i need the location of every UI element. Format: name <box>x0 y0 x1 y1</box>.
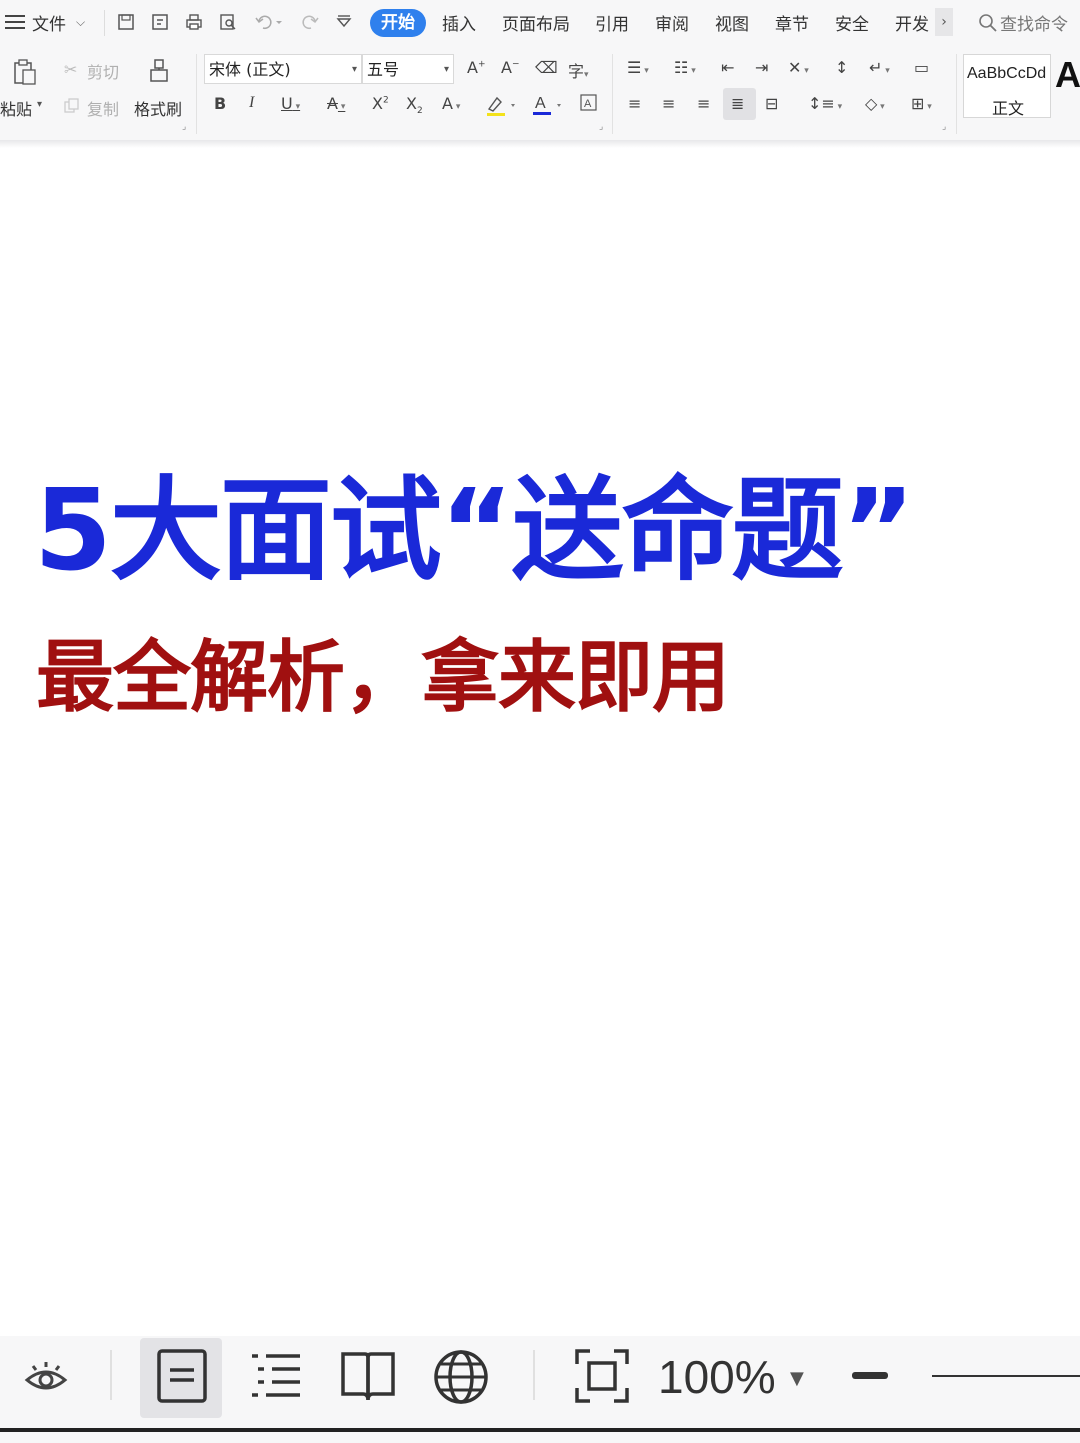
grow-font-icon[interactable]: A+ <box>467 58 486 77</box>
table-tools-icon[interactable]: ▭ <box>914 58 929 77</box>
font-name-value: 宋体 (正文) <box>209 60 291 79</box>
reading-mode-book-icon[interactable] <box>339 1348 397 1404</box>
zoom-slider-track[interactable] <box>932 1375 1080 1377</box>
underline-icon[interactable]: U ▾ <box>281 94 300 113</box>
command-search-input[interactable]: 查找命令 <box>1000 10 1080 35</box>
copy-icon <box>64 98 80 114</box>
align-left-icon[interactable]: ≡ <box>628 94 641 113</box>
fit-page-icon[interactable] <box>574 1348 630 1404</box>
window-bottom-border <box>0 1428 1080 1432</box>
tab-insert[interactable]: 插入 <box>442 10 476 35</box>
tab-security[interactable]: 安全 <box>835 10 869 35</box>
copy-button[interactable]: 复制 <box>87 96 119 120</box>
format-painter-button[interactable]: 格式刷 <box>134 96 182 120</box>
document-title: 5大面试“送命题” <box>34 466 915 596</box>
subscript-icon[interactable]: X2 <box>406 94 423 116</box>
superscript-icon[interactable]: X2 <box>372 94 389 113</box>
file-menu[interactable]: 文件 <box>32 10 66 35</box>
style-normal-preview: AaBbCcDd <box>967 65 1047 82</box>
font-size-select[interactable]: 五号 ▾ <box>362 54 454 84</box>
ribbon-divider <box>956 54 957 134</box>
font-name-chevron-down-icon: ▾ <box>351 64 357 75</box>
font-size-chevron-down-icon: ▾ <box>443 64 449 75</box>
ribbon-divider <box>612 54 613 134</box>
paragraph-dialog-launcher-icon[interactable]: ⌟ <box>942 122 946 132</box>
font-name-select[interactable]: 宋体 (正文) ▾ <box>204 54 362 84</box>
tab-section[interactable]: 章节 <box>775 10 809 35</box>
paste-dropdown-icon[interactable]: ▾ <box>37 99 42 110</box>
svg-text:A: A <box>535 95 546 112</box>
format-painter-icon[interactable] <box>148 58 170 84</box>
tab-page-layout[interactable]: 页面布局 <box>502 10 570 35</box>
cut-icon: ✂ <box>64 60 78 79</box>
align-center-icon[interactable]: ≡ <box>662 94 675 113</box>
ribbon-divider <box>196 54 197 134</box>
zoom-chevron-down-icon[interactable]: ▼ <box>790 1368 804 1389</box>
print-preview-icon[interactable] <box>218 12 240 34</box>
distributed-align-icon[interactable]: ⊟ <box>765 94 778 113</box>
bold-icon[interactable]: B <box>214 94 226 113</box>
shading-icon[interactable]: ◇ ▾ <box>865 94 885 113</box>
increase-indent-icon[interactable]: ⇥ <box>755 58 768 77</box>
page-view-icon[interactable] <box>156 1348 208 1404</box>
menu-bar: 文件 ⌵ 开始 插入 页面布局 引用 审阅 视图 章节 安全 开发 › 查找命令 <box>0 0 1080 46</box>
borders-icon[interactable]: ⊞ ▾ <box>911 94 932 113</box>
sort-icon[interactable]: ↕ <box>835 58 848 77</box>
text-effect-icon[interactable]: A ▾ <box>442 94 460 113</box>
zoom-level[interactable]: 100% <box>658 1350 776 1404</box>
numbered-list-icon[interactable]: ☷ ▾ <box>674 58 696 77</box>
font-dialog-launcher-icon[interactable]: ⌟ <box>599 122 603 132</box>
paste-icon[interactable] <box>12 58 38 86</box>
customize-toolbar-chevron-down-icon[interactable] <box>334 12 356 34</box>
tab-home[interactable]: 开始 <box>370 9 426 37</box>
status-bar: 100% ▼ <box>0 1336 1080 1443</box>
bullet-list-icon[interactable]: ☰ ▾ <box>627 58 649 77</box>
style-normal[interactable]: AaBbCcDd 正文 <box>963 54 1051 118</box>
save-icon[interactable] <box>116 12 138 34</box>
character-border-icon[interactable]: A <box>580 94 598 112</box>
print-icon[interactable] <box>184 12 206 34</box>
export-pdf-icon[interactable] <box>150 12 172 34</box>
style-heading-preview[interactable]: A <box>1055 54 1080 96</box>
italic-icon[interactable]: I <box>249 94 254 112</box>
document-page[interactable] <box>0 148 1080 1336</box>
more-tabs-chevron-right-icon[interactable]: › <box>935 8 953 36</box>
svg-text:A: A <box>584 98 592 110</box>
eye-protection-icon[interactable] <box>24 1358 68 1398</box>
paste-button[interactable]: 粘贴 <box>0 96 32 120</box>
tab-review[interactable]: 审阅 <box>655 10 689 35</box>
line-spacing-icon[interactable]: ↕≡ ▾ <box>808 94 842 113</box>
show-paragraph-marks-icon[interactable]: ↵ ▾ <box>869 58 890 77</box>
font-color-icon[interactable]: A <box>532 92 566 118</box>
align-right-icon[interactable]: ≡ <box>697 94 710 113</box>
ribbon-shadow <box>0 140 1080 148</box>
clear-formatting-icon[interactable]: ⌫ <box>535 58 558 77</box>
document-subtitle: 最全解析，拿来即用 <box>36 633 730 723</box>
strikethrough-icon[interactable]: A ▾ <box>327 94 345 113</box>
font-size-value: 五号 <box>367 60 400 79</box>
shrink-font-icon[interactable]: A− <box>501 58 520 77</box>
web-layout-globe-icon[interactable] <box>432 1348 490 1406</box>
chinese-layout-icon[interactable]: ✕ ▾ <box>788 58 809 77</box>
search-icon <box>978 13 998 33</box>
ribbon-home: 粘贴 ▾ ✂ 剪切 复制 格式刷 ⌟ 宋体 (正文) ▾ 五号 ▾ A+ A− … <box>0 46 1080 140</box>
clipboard-dialog-launcher-icon[interactable]: ⌟ <box>182 122 186 132</box>
style-normal-label: 正文 <box>992 99 1025 118</box>
undo-icon[interactable] <box>254 12 282 34</box>
outline-view-icon[interactable] <box>248 1350 304 1402</box>
tab-references[interactable]: 引用 <box>595 10 629 35</box>
highlight-color-icon[interactable] <box>486 94 520 118</box>
decrease-indent-icon[interactable]: ⇤ <box>721 58 734 77</box>
zoom-out-minus-icon[interactable] <box>852 1372 888 1379</box>
justify-icon[interactable]: ≣ <box>731 94 744 113</box>
phonetic-guide-icon[interactable]: 字▾ <box>568 58 589 82</box>
tab-view[interactable]: 视图 <box>715 10 749 35</box>
cut-button[interactable]: 剪切 <box>87 59 119 83</box>
redo-icon[interactable] <box>300 12 322 34</box>
tab-developer[interactable]: 开发 <box>895 10 935 35</box>
file-menu-chevron-down-icon[interactable]: ⌵ <box>76 15 85 30</box>
hamburger-menu-icon[interactable] <box>5 13 25 31</box>
